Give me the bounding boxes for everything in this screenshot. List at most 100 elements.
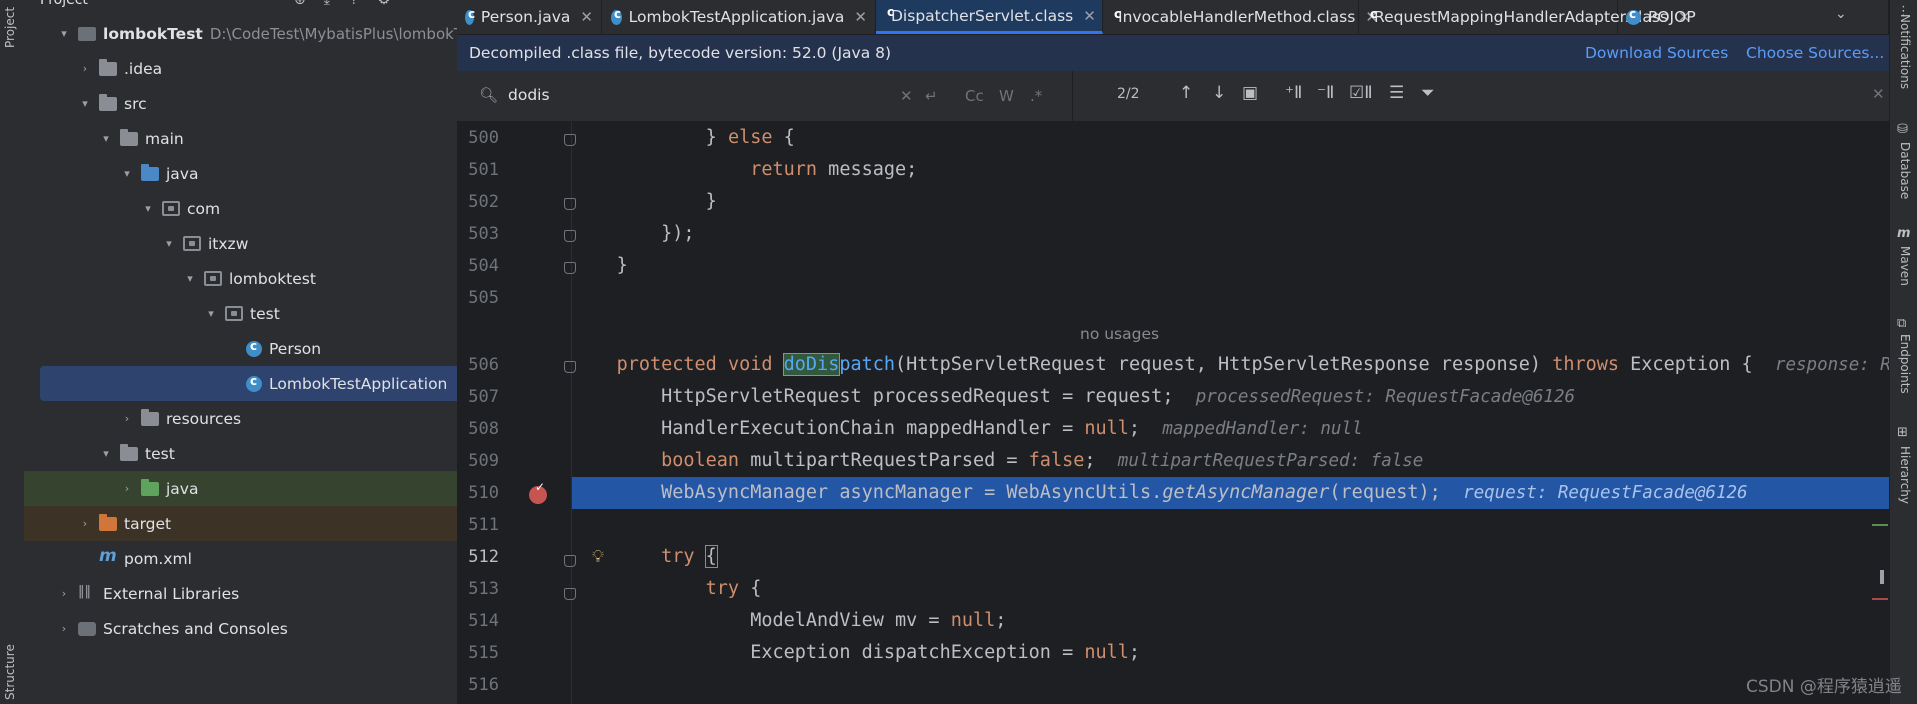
database-icon[interactable]: ⛁ [1897, 122, 1908, 137]
chevron-down-icon[interactable]: ▾ [140, 202, 156, 215]
lightbulb-icon[interactable]: 💡︎ [592, 547, 604, 567]
tab-pojop[interactable]: POJOP [1618, 0, 1889, 34]
chevron-right-icon[interactable]: › [119, 412, 135, 425]
scroll-thumb[interactable] [1880, 570, 1884, 584]
chevron-right-icon[interactable]: › [77, 62, 93, 75]
tree-item-main[interactable]: ▾ main [24, 121, 457, 156]
close-tab-icon[interactable]: ✕ [1083, 7, 1096, 25]
no-usages-hint[interactable]: no usages [1080, 325, 1159, 343]
search-icon[interactable]: 🔍︎ [479, 86, 498, 104]
tree-item-target[interactable]: › target [24, 506, 457, 541]
choose-sources-link[interactable]: Choose Sources... [1746, 44, 1884, 62]
remove-occurrence-icon[interactable]: ⁻Ⅱ [1317, 83, 1334, 103]
code-line-512[interactable]: try { [572, 541, 1889, 573]
notifications-tool-button[interactable]: Notifications [1898, 14, 1912, 89]
chevron-down-icon[interactable]: ▾ [98, 447, 114, 460]
close-tab-icon[interactable]: ✕ [580, 8, 593, 26]
endpoints-icon[interactable]: ⧉ [1897, 316, 1906, 331]
chevron-down-icon[interactable]: ▾ [203, 307, 219, 320]
tree-item-lomboktest[interactable]: ▾ lomboktest [24, 261, 457, 296]
chevron-right-icon[interactable]: › [119, 482, 135, 495]
filter-lines-icon[interactable]: ☰ [1389, 83, 1404, 103]
structure-tool-button[interactable]: Structure [3, 644, 17, 700]
code-line-506[interactable]: protected void doDispatch(HttpServletReq… [572, 349, 1889, 381]
clear-search-icon[interactable]: ✕ [900, 87, 913, 105]
maven-icon[interactable]: m [1897, 226, 1911, 241]
tab-requestmappinghandleradapter-class[interactable]: RequestMappingHandlerAdapter.class ✕ [1359, 0, 1691, 34]
hierarchy-icon[interactable]: ⊞ [1897, 425, 1908, 440]
tree-item-itxzw[interactable]: ▾ itxzw [24, 226, 457, 261]
project-panel-title[interactable]: Project [40, 0, 88, 8]
open-in-window-icon[interactable]: ▣ [1242, 83, 1258, 103]
previous-occurrence-icon[interactable]: ↑ [1179, 83, 1193, 103]
filter-icon[interactable]: ⏷ [1421, 83, 1435, 103]
breakpoint-icon[interactable] [529, 480, 547, 504]
new-line-icon[interactable]: ↵ [925, 87, 938, 105]
chevron-right-icon[interactable]: › [56, 622, 72, 635]
database-tool-button[interactable]: Database [1898, 142, 1912, 199]
chevron-down-icon[interactable]: ▾ [77, 97, 93, 110]
tree-item-resources[interactable]: › resources [24, 401, 457, 436]
regex-button[interactable]: .* [1030, 87, 1042, 105]
tree-item-pom-xml[interactable]: pom.xml [24, 541, 457, 576]
tree-item-lomboktestapplication[interactable]: LombokTestApplication [40, 366, 457, 401]
tree-item-scratches-and-consoles[interactable]: › Scratches and Consoles [24, 611, 457, 646]
code-line-502[interactable]: } [572, 186, 1889, 218]
match-case-button[interactable]: Cc [965, 87, 984, 105]
scroll-marker[interactable] [1872, 524, 1888, 526]
code-line-507[interactable]: HttpServletRequest processedRequest = re… [572, 381, 1889, 413]
editor-gutter[interactable]: 500 501 502 503 504 505 506 507 508 509 510 511 512 5… [457, 122, 572, 704]
whole-words-button[interactable]: W [999, 87, 1014, 105]
tabs-dropdown-icon[interactable]: ⌄ [1835, 6, 1847, 22]
tab-invocablehandlermethod-class[interactable]: InvocableHandlerMethod.class✕ [1103, 0, 1378, 34]
chevron-down-icon[interactable]: ▾ [119, 167, 135, 180]
chevron-right-icon[interactable]: › [56, 587, 72, 600]
tree-item-src[interactable]: ▾ src [24, 86, 457, 121]
code-editor[interactable]: 500 501 502 503 504 505 506 507 508 509 510 511 512 5… [457, 122, 1889, 704]
download-sources-link[interactable]: Download Sources [1585, 44, 1728, 62]
close-tab-icon[interactable]: ✕ [854, 8, 867, 26]
chevron-down-icon[interactable]: ▾ [56, 27, 72, 40]
tree-item-test[interactable]: ▾ test [24, 436, 457, 471]
code-line-516[interactable] [572, 669, 1889, 701]
code-line-515[interactable]: Exception dispatchException = null; [572, 637, 1889, 669]
chevron-right-icon[interactable]: › [77, 517, 93, 530]
code-line-511[interactable] [572, 509, 1889, 541]
tree-item-lomboktest[interactable]: ▾ lombokTest D:\CodeTest\MybatisPlus\lombo… [24, 16, 457, 51]
chevron-down-icon[interactable]: ▾ [161, 237, 177, 250]
endpoints-tool-button[interactable]: Endpoints [1898, 334, 1912, 394]
code-line-504[interactable]: } [572, 250, 1889, 282]
tree-item-person[interactable]: Person [24, 331, 457, 366]
tree-item-com[interactable]: ▾ com [24, 191, 457, 226]
maven-tool-button[interactable]: Maven [1898, 246, 1912, 286]
chevron-down-icon[interactable]: ▾ [182, 272, 198, 285]
next-occurrence-icon[interactable]: ↓ [1212, 83, 1226, 103]
tree-item-idea[interactable]: › .idea [24, 51, 457, 86]
code-line-503[interactable]: }); [572, 218, 1889, 250]
code-line-501[interactable]: return message; [572, 154, 1889, 186]
add-occurrence-icon[interactable]: ⁺Ⅱ [1285, 83, 1302, 103]
project-tool-button[interactable]: Project [3, 7, 17, 48]
select-all-occurrences-icon[interactable]: ☑Ⅱ [1349, 83, 1373, 103]
tab-lomboktestapplication-java[interactable]: LombokTestApplication.java ✕ [603, 0, 876, 34]
code-line-509[interactable]: boolean multipartRequestParsed = false; … [572, 445, 1889, 477]
code-line-505[interactable] [572, 282, 1889, 314]
code-line-514[interactable]: ModelAndView mv = null; [572, 605, 1889, 637]
tree-item-external-libraries[interactable]: › External Libraries [24, 576, 457, 611]
close-find-bar-icon[interactable]: ✕ [1872, 85, 1885, 103]
tree-item-java[interactable]: › java [24, 471, 457, 506]
hierarchy-tool-button[interactable]: Hierarchy [1898, 446, 1912, 504]
search-input[interactable]: dodis [508, 86, 550, 104]
tree-item-java[interactable]: ▾ java [24, 156, 457, 191]
chevron-down-icon[interactable]: ▾ [98, 132, 114, 145]
project-panel-actions[interactable]: ⊕⤓⇡⚙ [294, 0, 408, 8]
execution-line-510[interactable]: WebAsyncManager asyncManager = WebAsyncU… [572, 477, 1889, 509]
tree-item-test[interactable]: ▾ test [24, 296, 457, 331]
line-number: 500 [468, 128, 499, 148]
scroll-marker[interactable] [1872, 598, 1888, 600]
tab-dispatcherservlet-class[interactable]: DispatcherServlet.class ✕ [876, 0, 1103, 34]
code-line-500[interactable]: } else { [572, 122, 1889, 154]
tab-person-java[interactable]: Person.java ✕ [457, 0, 602, 34]
code-line-513[interactable]: try { [572, 573, 1889, 605]
code-line-508[interactable]: HandlerExecutionChain mappedHandler = nu… [572, 413, 1889, 445]
